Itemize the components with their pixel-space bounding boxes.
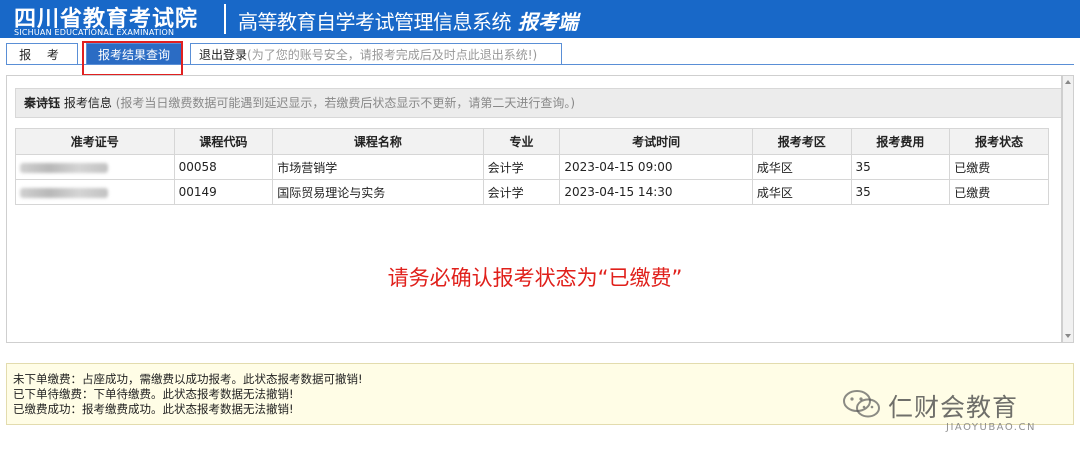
scroll-down-icon[interactable] <box>1065 334 1071 338</box>
app-header: 四川省教育考试院 SICHUAN EDUCATIONAL EXAMINATION… <box>0 0 1080 38</box>
tab-baokao[interactable]: 报 考 <box>6 43 78 65</box>
col-fee: 报考费用 <box>850 128 951 155</box>
student-name: 秦诗钰 <box>24 96 61 110</box>
col-admission-no: 准考证号 <box>15 128 175 155</box>
col-exam-time: 考试时间 <box>559 128 753 155</box>
admission-no-blurred <box>15 154 175 180</box>
table-row: 00058 市场营销学 会计学 2023-04-15 09:00 成华区 35 … <box>15 154 1049 180</box>
system-name: 高等教育自学考试管理信息系统 <box>238 10 512 34</box>
tab-logout[interactable]: 退出登录(为了您的账号安全，请报考完成后及时点此退出系统!) <box>190 43 562 65</box>
col-major: 专业 <box>482 128 561 155</box>
system-tag: 报考端 <box>518 10 578 34</box>
admission-no-blurred <box>15 179 175 205</box>
result-panel: 秦诗钰 报考信息 (报考当日缴费数据可能遇到延迟显示，若缴费后状态显示不更新，请… <box>6 75 1062 343</box>
col-course-name: 课程名称 <box>272 128 484 155</box>
col-district: 报考考区 <box>751 128 852 155</box>
info-note: (报考当日缴费数据可能遇到延迟显示，若缴费后状态显示不更新，请第二天进行查询。) <box>115 96 576 110</box>
blurred-id <box>20 187 108 198</box>
legend-item: 未下单缴费：占座成功，需缴费以成功报考。此状态报考数据可撤销! <box>13 372 363 386</box>
status-legend: 未下单缴费：占座成功，需缴费以成功报考。此状态报考数据可撤销! 已下单待缴费：下… <box>6 363 1074 425</box>
col-course-code: 课程代码 <box>173 128 274 155</box>
tab-bar: 报 考 报考结果查询 退出登录(为了您的账号安全，请报考完成后及时点此退出系统!… <box>0 38 1080 68</box>
fee-cell: 35 <box>850 179 951 205</box>
info-label: 报考信息 <box>63 96 112 110</box>
header-divider <box>224 4 226 34</box>
major-cell: 会计学 <box>482 179 561 205</box>
scroll-up-icon[interactable] <box>1065 80 1071 84</box>
course-name-cell: 国际贸易理论与实务 <box>272 179 484 205</box>
blurred-id <box>20 162 108 173</box>
fee-cell: 35 <box>850 154 951 180</box>
exam-time-cell: 2023-04-15 09:00 <box>559 154 753 180</box>
logout-label: 退出登录 <box>199 48 248 62</box>
col-status: 报考状态 <box>949 128 1049 155</box>
vertical-scrollbar[interactable] <box>1062 75 1074 343</box>
org-name-en: SICHUAN EDUCATIONAL EXAMINATION <box>14 28 175 37</box>
course-code-cell: 00149 <box>173 179 274 205</box>
legend-item: 已缴费成功：报考缴费成功。此状态报考数据无法撤销! <box>13 402 294 416</box>
table-row: 00149 国际贸易理论与实务 会计学 2023-04-15 14:30 成华区… <box>15 179 1049 205</box>
course-name-cell: 市场营销学 <box>272 154 484 180</box>
district-cell: 成华区 <box>751 179 852 205</box>
exam-time-cell: 2023-04-15 14:30 <box>559 179 753 205</box>
district-cell: 成华区 <box>751 154 852 180</box>
tab-underline <box>6 64 1074 65</box>
info-bar: 秦诗钰 报考信息 (报考当日缴费数据可能遇到延迟显示，若缴费后状态显示不更新，请… <box>15 88 1061 118</box>
status-annotation: 请务必确认报考状态为“已缴费” <box>387 266 683 290</box>
course-code-cell: 00058 <box>173 154 274 180</box>
status-cell: 已缴费 <box>949 179 1049 205</box>
status-cell: 已缴费 <box>949 154 1049 180</box>
tab-result-query[interactable]: 报考结果查询 <box>86 43 182 65</box>
registration-table: 准考证号 课程代码 课程名称 专业 考试时间 报考考区 报考费用 报考状态 00… <box>15 128 1049 205</box>
major-cell: 会计学 <box>482 154 561 180</box>
table-header-row: 准考证号 课程代码 课程名称 专业 考试时间 报考考区 报考费用 报考状态 <box>15 128 1049 155</box>
legend-item: 已下单待缴费：下单待缴费。此状态报考数据无法撤销! <box>13 387 294 401</box>
logout-note: (为了您的账号安全，请报考完成后及时点此退出系统!) <box>247 48 538 62</box>
